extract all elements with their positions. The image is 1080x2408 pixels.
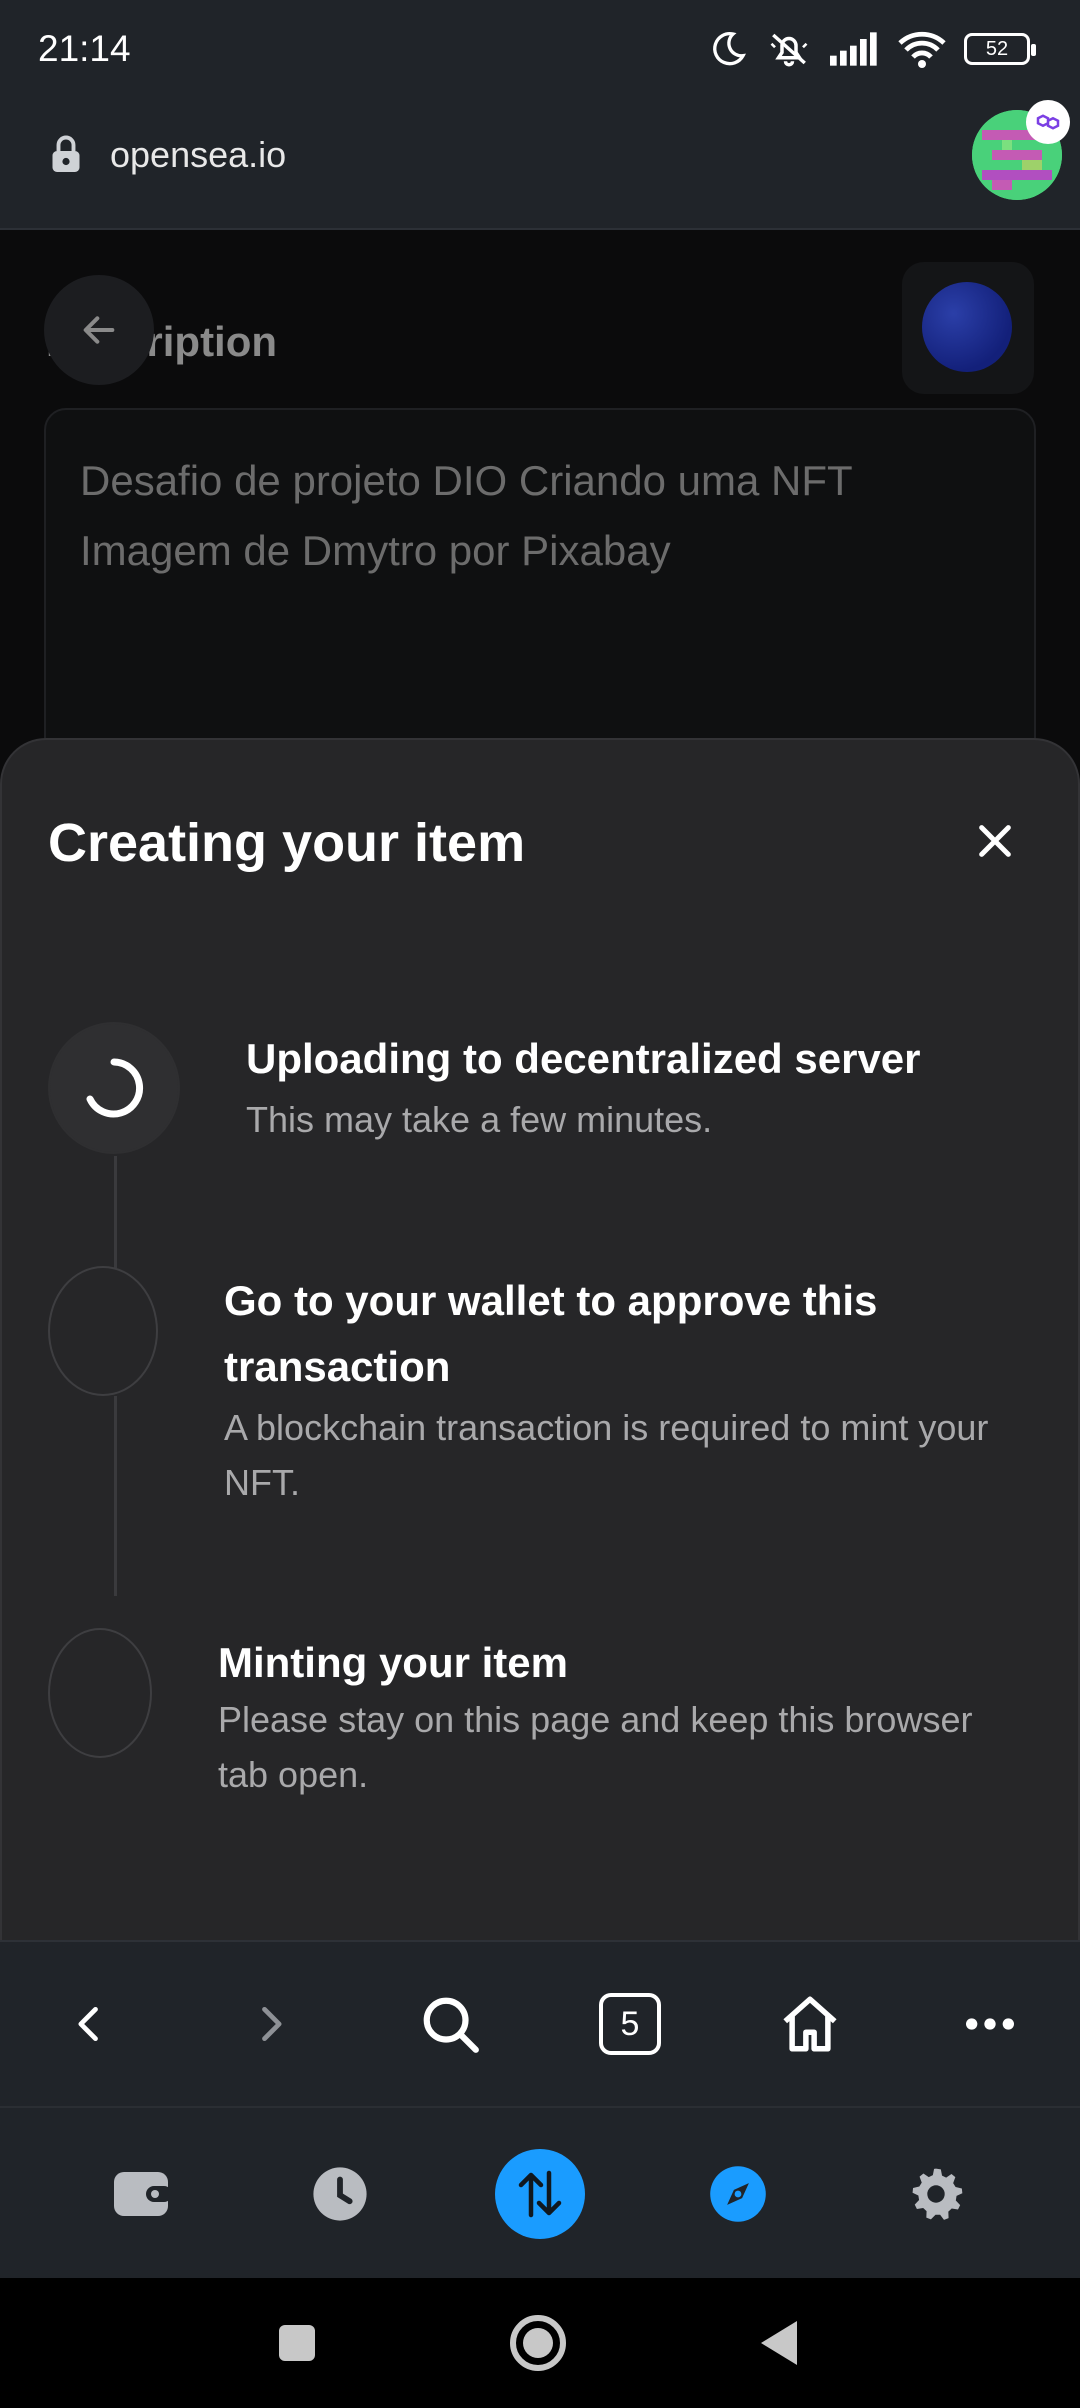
search-button[interactable] — [390, 1964, 510, 2084]
triangle-back-icon — [761, 2321, 797, 2365]
bottom-nav — [0, 2106, 1080, 2278]
back-nav-button[interactable] — [30, 1964, 150, 2084]
wallet-icon — [114, 2172, 172, 2216]
explore-icon — [710, 2166, 766, 2222]
step-indicator-approve — [48, 1266, 158, 1396]
network-orb-icon — [922, 282, 1012, 372]
step-indicator-minting — [48, 1628, 152, 1758]
description-text: Desafio de projeto DIO Criando uma NFT I… — [80, 457, 853, 574]
step-indicator-uploading — [48, 1022, 180, 1154]
modal-title: Creating your item — [48, 813, 526, 873]
status-time: 21:14 — [38, 28, 131, 69]
signal-icon — [830, 32, 877, 66]
step-title: Minting your item — [218, 1639, 568, 1686]
arrow-left-icon — [83, 316, 115, 344]
tabs-button[interactable]: 5 — [570, 1964, 690, 2084]
home-system-button[interactable] — [503, 2308, 573, 2378]
close-button[interactable] — [970, 816, 1020, 866]
system-nav-bar — [0, 2278, 1080, 2408]
home-button[interactable] — [750, 1964, 870, 2084]
browser-toolbar: 5 — [0, 1940, 1080, 2106]
settings-icon — [912, 2168, 963, 2220]
wifi-icon — [898, 31, 946, 68]
close-icon — [979, 825, 1011, 857]
step-title: Uploading to decentralized server — [246, 1035, 921, 1082]
back-icon — [78, 2006, 98, 2042]
lock-icon — [52, 135, 80, 172]
forward-icon — [262, 2006, 282, 2042]
forward-nav-button[interactable] — [210, 1964, 330, 2084]
nav-wallet[interactable] — [92, 2144, 192, 2244]
step-connector — [114, 1396, 117, 1596]
loading-spinner-icon — [86, 1058, 144, 1118]
swap-icon — [495, 2149, 585, 2239]
network-button[interactable] — [902, 262, 1034, 394]
search-icon — [423, 1997, 479, 2053]
back-button[interactable] — [44, 275, 154, 385]
more-button[interactable] — [930, 1964, 1050, 2084]
step-description: This may take a few minutes. — [246, 1099, 713, 1140]
step-description: A blockchain transaction is required to … — [224, 1407, 989, 1503]
status-bar: 21:14 52 — [0, 0, 1080, 96]
polygon-badge-icon — [1026, 100, 1070, 144]
url-bar[interactable]: opensea.io — [0, 96, 1080, 230]
more-icon — [966, 2018, 1014, 2030]
nav-explore[interactable] — [688, 2144, 788, 2244]
step-title: Go to your wallet to approve this transa… — [224, 1277, 878, 1390]
home-icon — [783, 1996, 837, 2052]
nav-history[interactable] — [290, 2144, 390, 2244]
step-connector — [114, 1156, 117, 1268]
nav-swap[interactable] — [490, 2144, 590, 2244]
recents-button[interactable] — [262, 2308, 332, 2378]
step-description: Please stay on this page and keep this b… — [218, 1699, 973, 1795]
moon-icon — [713, 31, 746, 66]
history-icon — [313, 2167, 367, 2221]
creating-item-modal: Creating your item Uploading to decentra… — [0, 738, 1080, 1940]
nav-settings[interactable] — [886, 2144, 986, 2244]
battery-icon: 52 — [964, 33, 1036, 65]
silent-icon — [770, 33, 808, 67]
circle-home-icon — [510, 2315, 566, 2371]
square-icon — [279, 2325, 315, 2361]
url-text[interactable]: opensea.io — [110, 134, 286, 176]
back-system-button[interactable] — [744, 2308, 814, 2378]
status-icons: 52 — [708, 22, 1036, 76]
tabs-icon: 5 — [599, 1993, 661, 2055]
